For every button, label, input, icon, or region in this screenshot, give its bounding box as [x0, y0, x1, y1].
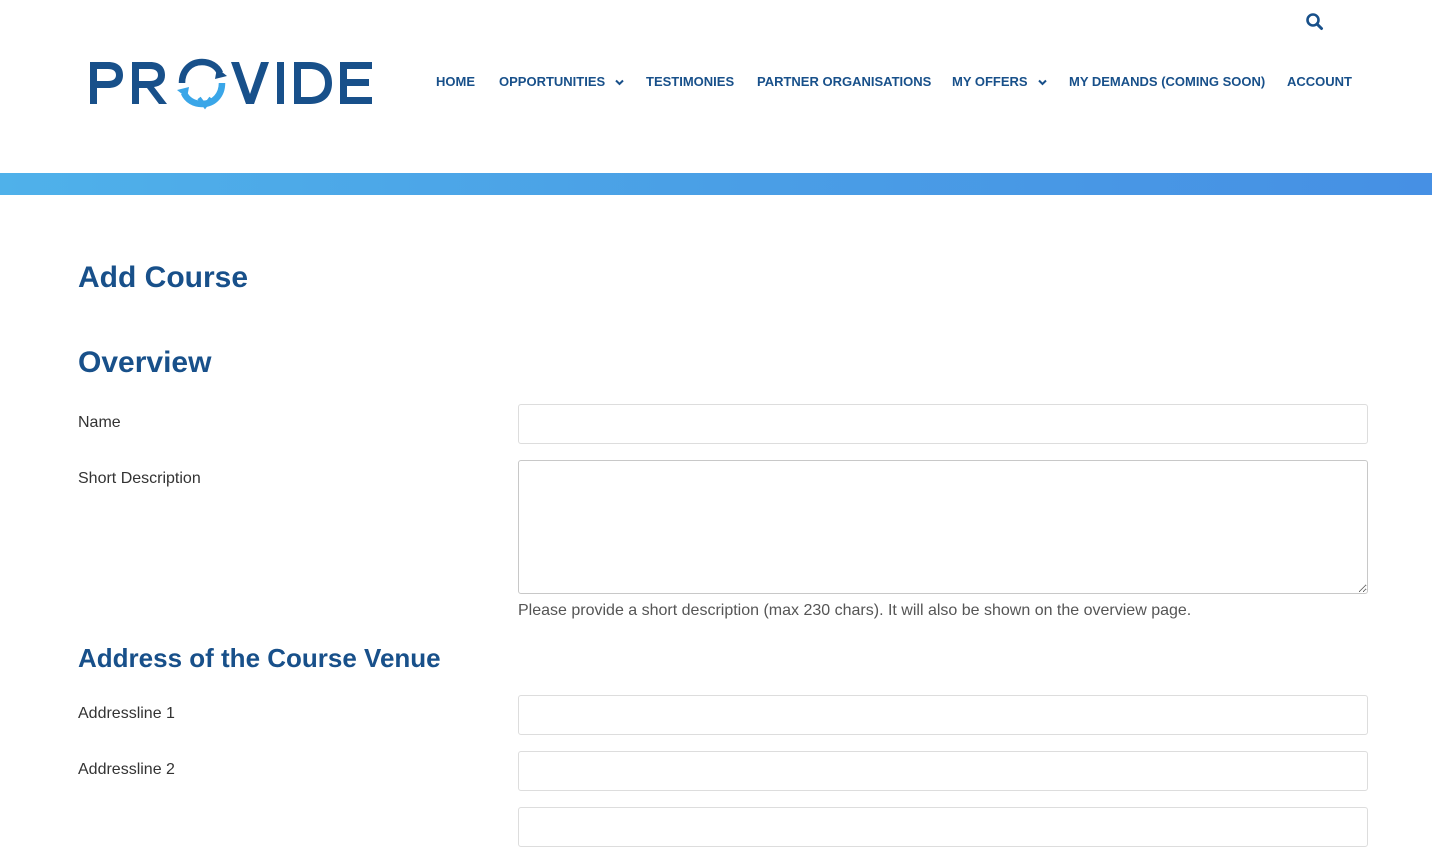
nav-account[interactable]: ACCOUNT [1287, 72, 1352, 92]
chevron-down-icon [1037, 79, 1047, 86]
short-description-help: Please provide a short description (max … [518, 602, 1192, 619]
nav-opportunities[interactable]: OPPORTUNITIES [499, 72, 624, 92]
site-header: HOME OPPORTUNITIES TESTIMONIES PARTNER O… [0, 0, 1432, 173]
next-address-input[interactable] [518, 807, 1368, 847]
main-nav: HOME OPPORTUNITIES TESTIMONIES PARTNER O… [0, 72, 1432, 92]
hero-gradient-band [0, 173, 1432, 195]
short-description-label: Short Description [78, 470, 201, 487]
nav-home[interactable]: HOME [436, 72, 475, 92]
search-icon [1306, 13, 1323, 30]
addressline1-input[interactable] [518, 695, 1368, 735]
addressline2-input[interactable] [518, 751, 1368, 791]
overview-heading: Overview [78, 346, 212, 379]
addressline2-label: Addressline 2 [78, 761, 175, 778]
chevron-down-icon [615, 79, 624, 86]
page-title: Add Course [78, 261, 249, 294]
name-input[interactable] [518, 404, 1368, 444]
nav-my-demands[interactable]: MY DEMANDS (COMING SOON) [1069, 72, 1265, 92]
address-heading: Address of the Course Venue [78, 643, 441, 673]
name-label: Name [78, 414, 121, 431]
nav-partner-organisations[interactable]: PARTNER ORGANISATIONS [757, 72, 931, 92]
search-button[interactable] [1302, 9, 1328, 35]
nav-my-offers-label: MY OFFERS [952, 74, 1028, 89]
addressline1-label: Addressline 1 [78, 705, 175, 722]
nav-my-offers[interactable]: MY OFFERS [952, 72, 1047, 92]
short-description-textarea[interactable] [518, 460, 1368, 594]
nav-opportunities-label: OPPORTUNITIES [499, 74, 606, 89]
nav-testimonies[interactable]: TESTIMONIES [646, 72, 734, 92]
